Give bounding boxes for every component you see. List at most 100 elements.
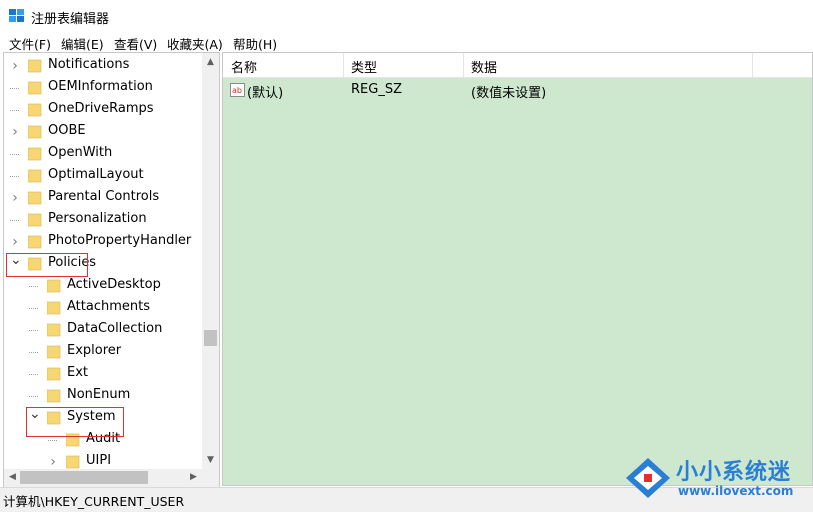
tree-connector xyxy=(10,104,19,111)
tree-node-label: Ext xyxy=(67,365,89,380)
value-type: REG_SZ xyxy=(351,82,402,97)
expand-chevron-icon[interactable]: › xyxy=(10,191,20,205)
expand-chevron-icon[interactable]: › xyxy=(10,59,20,73)
scroll-right-arrow-icon[interactable]: ▶ xyxy=(188,472,199,483)
folder-icon xyxy=(47,389,61,403)
tree-connector xyxy=(29,346,38,353)
tree-node[interactable]: OEMInformation xyxy=(4,77,202,99)
column-divider[interactable] xyxy=(752,53,753,77)
scroll-down-arrow-icon[interactable]: ▼ xyxy=(205,455,216,466)
tree-node-label: OneDriveRamps xyxy=(48,101,154,116)
tree-node[interactable]: › PhotoPropertyHandler xyxy=(4,231,202,253)
tree-node[interactable]: › Parental Controls xyxy=(4,187,202,209)
tree-connector xyxy=(10,148,19,155)
tree-connector xyxy=(10,170,19,177)
registry-editor-icon xyxy=(9,9,24,22)
values-list-header: 名称 类型 数据 xyxy=(223,53,812,78)
tree-horizontal-scrollbar[interactable]: ◀ ▶ xyxy=(4,469,219,487)
tree-node[interactable]: Personalization xyxy=(4,209,202,231)
tree-node-label: Attachments xyxy=(67,299,150,314)
tree-connector xyxy=(10,214,19,221)
window-title: 注册表编辑器 xyxy=(31,12,110,27)
folder-icon xyxy=(66,455,80,469)
tree-node-label: PhotoPropertyHandler xyxy=(48,233,192,248)
folder-icon xyxy=(28,81,42,95)
watermark-title: 小小系统迷 xyxy=(676,460,792,485)
column-name[interactable]: 名称 xyxy=(231,57,257,76)
folder-icon xyxy=(47,345,61,359)
tree-node-label: Explorer xyxy=(67,343,122,358)
expand-chevron-icon[interactable]: › xyxy=(10,235,20,249)
tree-connector xyxy=(29,368,38,375)
tree-node[interactable]: OptimalLayout xyxy=(4,165,202,187)
watermark-url: www.ilovext.com xyxy=(678,484,794,498)
folder-icon xyxy=(47,279,61,293)
tree-connector xyxy=(29,324,38,331)
folder-icon xyxy=(28,147,42,161)
folder-icon xyxy=(28,103,42,117)
folder-icon xyxy=(28,235,42,249)
key-tree-pane[interactable]: › Notifications OEMInformation OneDriveRamp… xyxy=(3,52,220,488)
tree-node-label: UIPI xyxy=(86,453,112,468)
column-divider[interactable] xyxy=(463,53,464,77)
menu-favorites[interactable]: 收藏夹(A) xyxy=(167,34,223,53)
site-watermark: 小小系统迷 www.ilovext.com xyxy=(624,452,810,504)
scroll-left-arrow-icon[interactable]: ◀ xyxy=(7,472,18,483)
tree-node[interactable]: NonEnum xyxy=(4,385,202,407)
tree-node-label: DataCollection xyxy=(67,321,163,336)
menu-view[interactable]: 查看(V) xyxy=(114,34,157,53)
scroll-up-arrow-icon[interactable]: ▲ xyxy=(205,57,216,68)
tree-node[interactable]: DataCollection xyxy=(4,319,202,341)
tree-connector xyxy=(29,302,38,309)
tree-connector xyxy=(29,280,38,287)
title-bar: 注册表编辑器 xyxy=(0,0,813,32)
value-row[interactable]: ab (默认) REG_SZ (数值未设置) xyxy=(223,79,812,101)
folder-icon xyxy=(28,125,42,139)
column-type[interactable]: 类型 xyxy=(351,57,377,76)
tree-node[interactable]: ActiveDesktop xyxy=(4,275,202,297)
folder-icon xyxy=(47,323,61,337)
tree-vertical-scroll-thumb[interactable] xyxy=(204,330,217,346)
string-value-icon: ab xyxy=(230,83,245,97)
values-list-pane[interactable]: 名称 类型 数据 ab (默认) REG_SZ (数值未设置) xyxy=(222,52,813,486)
folder-icon xyxy=(28,213,42,227)
tree-node[interactable]: Explorer xyxy=(4,341,202,363)
tree-horizontal-scroll-thumb[interactable] xyxy=(20,471,148,484)
status-path: 计算机\HKEY_CURRENT_USER xyxy=(3,494,185,509)
folder-icon xyxy=(28,191,42,205)
tree-vertical-scrollbar[interactable]: ▲ ▼ xyxy=(202,53,219,469)
folder-icon xyxy=(28,59,42,73)
folder-icon xyxy=(28,169,42,183)
policies-highlight-box xyxy=(6,253,88,277)
tree-node-label: OEMInformation xyxy=(48,79,153,94)
tree-node-label: Personalization xyxy=(48,211,147,226)
menu-help[interactable]: 帮助(H) xyxy=(233,34,277,53)
system-highlight-box xyxy=(26,407,124,437)
tree-connector xyxy=(29,390,38,397)
menu-file[interactable]: 文件(F) xyxy=(9,34,51,53)
tree-node-label: OpenWith xyxy=(48,145,113,160)
value-name: (默认) xyxy=(247,86,284,101)
tree-node-label: Notifications xyxy=(48,57,130,72)
menu-bar: 文件(F) 编辑(E) 查看(V) 收藏夹(A) 帮助(H) xyxy=(0,32,813,52)
folder-icon xyxy=(47,367,61,381)
tree-node[interactable]: Ext xyxy=(4,363,202,385)
tree-node-label: OptimalLayout xyxy=(48,167,144,182)
tree-node[interactable]: › OOBE xyxy=(4,121,202,143)
watermark-logo-icon xyxy=(626,458,670,498)
tree-node[interactable]: › Notifications xyxy=(4,55,202,77)
tree-connector xyxy=(10,82,19,89)
tree-node[interactable]: Attachments xyxy=(4,297,202,319)
tree-node[interactable]: OneDriveRamps xyxy=(4,99,202,121)
tree-node[interactable]: OpenWith xyxy=(4,143,202,165)
column-data[interactable]: 数据 xyxy=(471,57,497,76)
menu-edit[interactable]: 编辑(E) xyxy=(61,34,104,53)
tree-node-label: ActiveDesktop xyxy=(67,277,161,292)
expand-chevron-icon[interactable]: › xyxy=(48,455,58,469)
column-divider[interactable] xyxy=(343,53,344,77)
tree-node-label: NonEnum xyxy=(67,387,131,402)
expand-chevron-icon[interactable]: › xyxy=(10,125,20,139)
tree-node-label: Parental Controls xyxy=(48,189,160,204)
folder-icon xyxy=(47,301,61,315)
tree-node-label: OOBE xyxy=(48,123,86,138)
